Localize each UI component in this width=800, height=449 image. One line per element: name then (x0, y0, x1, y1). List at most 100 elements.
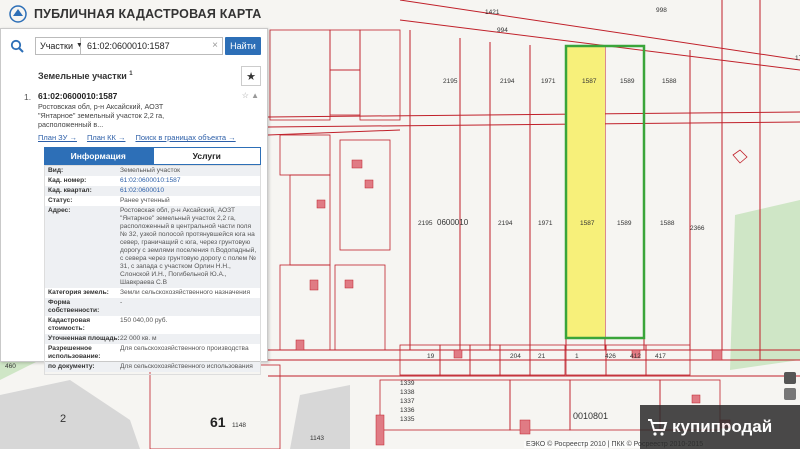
result-number: 1. (24, 92, 32, 102)
favorite-toggle-icon[interactable]: ☆ ▲ (242, 91, 259, 100)
plan-zu-link[interactable]: План ЗУ → (38, 133, 77, 142)
result-item[interactable]: 1. 61:02:0600010:1587 ☆ ▲ Ростовская обл… (24, 91, 261, 142)
search-input[interactable]: 61:02:0600010:1587 × (81, 36, 223, 55)
info-tabs: Информация Услуги (44, 147, 261, 165)
watermark: купипродай (640, 405, 800, 449)
map-label: 426 (605, 353, 616, 360)
map-label: 21 (538, 353, 546, 360)
tab-services[interactable]: Услуги (152, 147, 261, 165)
info-row: Адрес: Ростовская обл, р-н Аксайский, АОЗ… (45, 206, 260, 288)
info-key: по документу: (48, 363, 95, 370)
map-label: 1971 (538, 220, 553, 227)
info-key: Разрешенное использование: (48, 345, 101, 360)
info-value: Земли сельскохозяйственного назначения (120, 289, 251, 296)
search-panel: Участки ▼ 61:02:0600010:1587 × Найти Зем… (0, 28, 268, 375)
map-tool-2-icon[interactable] (784, 388, 796, 400)
map-label: 1148 (232, 422, 246, 429)
map-label: 1339 (400, 380, 415, 387)
map-label: 19 (427, 353, 435, 360)
info-value: Ранее учтенный (120, 197, 170, 204)
map-label: 1589 (617, 220, 632, 227)
result-links: План ЗУ → План КК → Поиск в границах объ… (38, 133, 261, 142)
info-key: Кад. номер: (48, 177, 87, 184)
info-row: Кад. квартал: 61:02:0600010 (45, 186, 260, 196)
map-label: 0010801 (573, 411, 608, 421)
info-key: Кадастровая стоимость: (48, 317, 91, 332)
map-label: 1589 (620, 78, 635, 85)
info-value: 150 040,00 руб. (120, 317, 168, 324)
search-type-select[interactable]: Участки ▼ (35, 36, 83, 55)
info-row: Форма собственности: - (45, 298, 260, 316)
info-value[interactable]: 61:02:0600010 (120, 187, 164, 195)
tab-info[interactable]: Информация (44, 147, 153, 165)
info-row: Разрешенное использование: Для сельскохоз… (45, 344, 260, 362)
result-address: Ростовская обл, р-н Аксайский, АОЗТ "Янт… (38, 102, 165, 129)
info-row: Статус: Ранее учтенный (45, 196, 260, 206)
map-label: 1337 (400, 398, 415, 405)
map-label: 1587 (582, 78, 597, 85)
search-input-value: 61:02:0600010:1587 (87, 40, 170, 51)
star-icon[interactable]: ★ (241, 66, 261, 86)
search-icon[interactable] (7, 36, 27, 56)
info-value: 22 000 кв. м (120, 335, 157, 342)
info-key: Статус: (48, 197, 73, 204)
map-label: 417 (655, 353, 666, 360)
info-row: по документу: Для сельскохозяйственного и… (45, 362, 260, 372)
map-label: 2 (60, 413, 66, 425)
plan-kk-link[interactable]: План КК → (87, 133, 126, 142)
map-label: 1588 (660, 220, 675, 227)
map-label: 460 (5, 363, 16, 370)
map-label: 1971 (541, 78, 556, 85)
info-value: Земельный участок (120, 167, 181, 174)
selected-parcel-fill (567, 47, 605, 337)
info-value[interactable]: 61:02:0600010:1587 (120, 177, 181, 185)
map-label: 2366 (690, 225, 705, 232)
map-label: 1786 (795, 55, 800, 62)
map-label: 1587 (580, 220, 595, 227)
results-label: Земельные участки 1 (38, 71, 133, 81)
green-zone-right (730, 200, 800, 370)
search-in-bounds-link[interactable]: Поиск в границах объекта → (135, 133, 235, 142)
map-label: 412 (630, 353, 641, 360)
info-value: - (120, 299, 123, 306)
map-label: 2195 (443, 78, 458, 85)
info-key: Кад. квартал: (48, 187, 92, 194)
map-label: 2195 (418, 220, 433, 227)
map-label: 1 (575, 353, 579, 360)
map-label: 2194 (498, 220, 513, 227)
map-label: 61 (210, 414, 226, 430)
find-button[interactable]: Найти (225, 36, 261, 55)
map-label: 1335 (400, 416, 415, 423)
map-label: 1588 (662, 78, 677, 85)
map-tool-icon[interactable] (784, 372, 796, 384)
info-row: Уточненная площадь: 22 000 кв. м (45, 334, 260, 344)
info-key: Адрес: (48, 207, 71, 214)
map-label: 1143 (310, 435, 324, 442)
info-key: Категория земель: (48, 289, 109, 296)
result-code: 61:02:0600010:1587 (38, 91, 118, 101)
watermark-text: купипродай (672, 417, 773, 436)
info-key: Форма собственности: (48, 299, 100, 314)
info-value: Для сельскохозяйственного использования (120, 363, 253, 370)
info-key: Вид: (48, 167, 64, 174)
map-label: 1336 (400, 407, 415, 414)
info-row: Вид: Земельный участок (45, 166, 260, 176)
results-header: Земельные участки 1 ★ (1, 65, 267, 87)
map-label: 994 (497, 27, 508, 34)
clear-icon[interactable]: × (212, 40, 218, 51)
info-row: Кадастровая стоимость: 150 040,00 руб. (45, 316, 260, 334)
info-row: Кад. номер: 61:02:0600010:1587 (45, 176, 260, 186)
info-key: Уточненная площадь: (48, 335, 120, 342)
info-value: Ростовская обл, р-н Аксайский, АОЗТ "Янт… (120, 207, 257, 286)
map-label: 1338 (400, 389, 415, 396)
info-value: Для сельскохозяйственного производства (120, 345, 249, 352)
info-row: Категория земель: Земли сельскохозяйствен… (45, 288, 260, 298)
map-label: 2194 (500, 78, 515, 85)
map-label: 0600010 (437, 218, 469, 227)
app-title: ПУБЛИЧНАЯ КАДАСТРОВАЯ КАРТА (34, 7, 262, 21)
search-row: Участки ▼ 61:02:0600010:1587 × Найти (1, 29, 267, 57)
cart-icon (648, 419, 668, 436)
rosreestr-logo-icon (9, 5, 27, 23)
app-titlebar: ПУБЛИЧНАЯ КАДАСТРОВАЯ КАРТА (0, 0, 800, 28)
map-label: 204 (510, 353, 521, 360)
